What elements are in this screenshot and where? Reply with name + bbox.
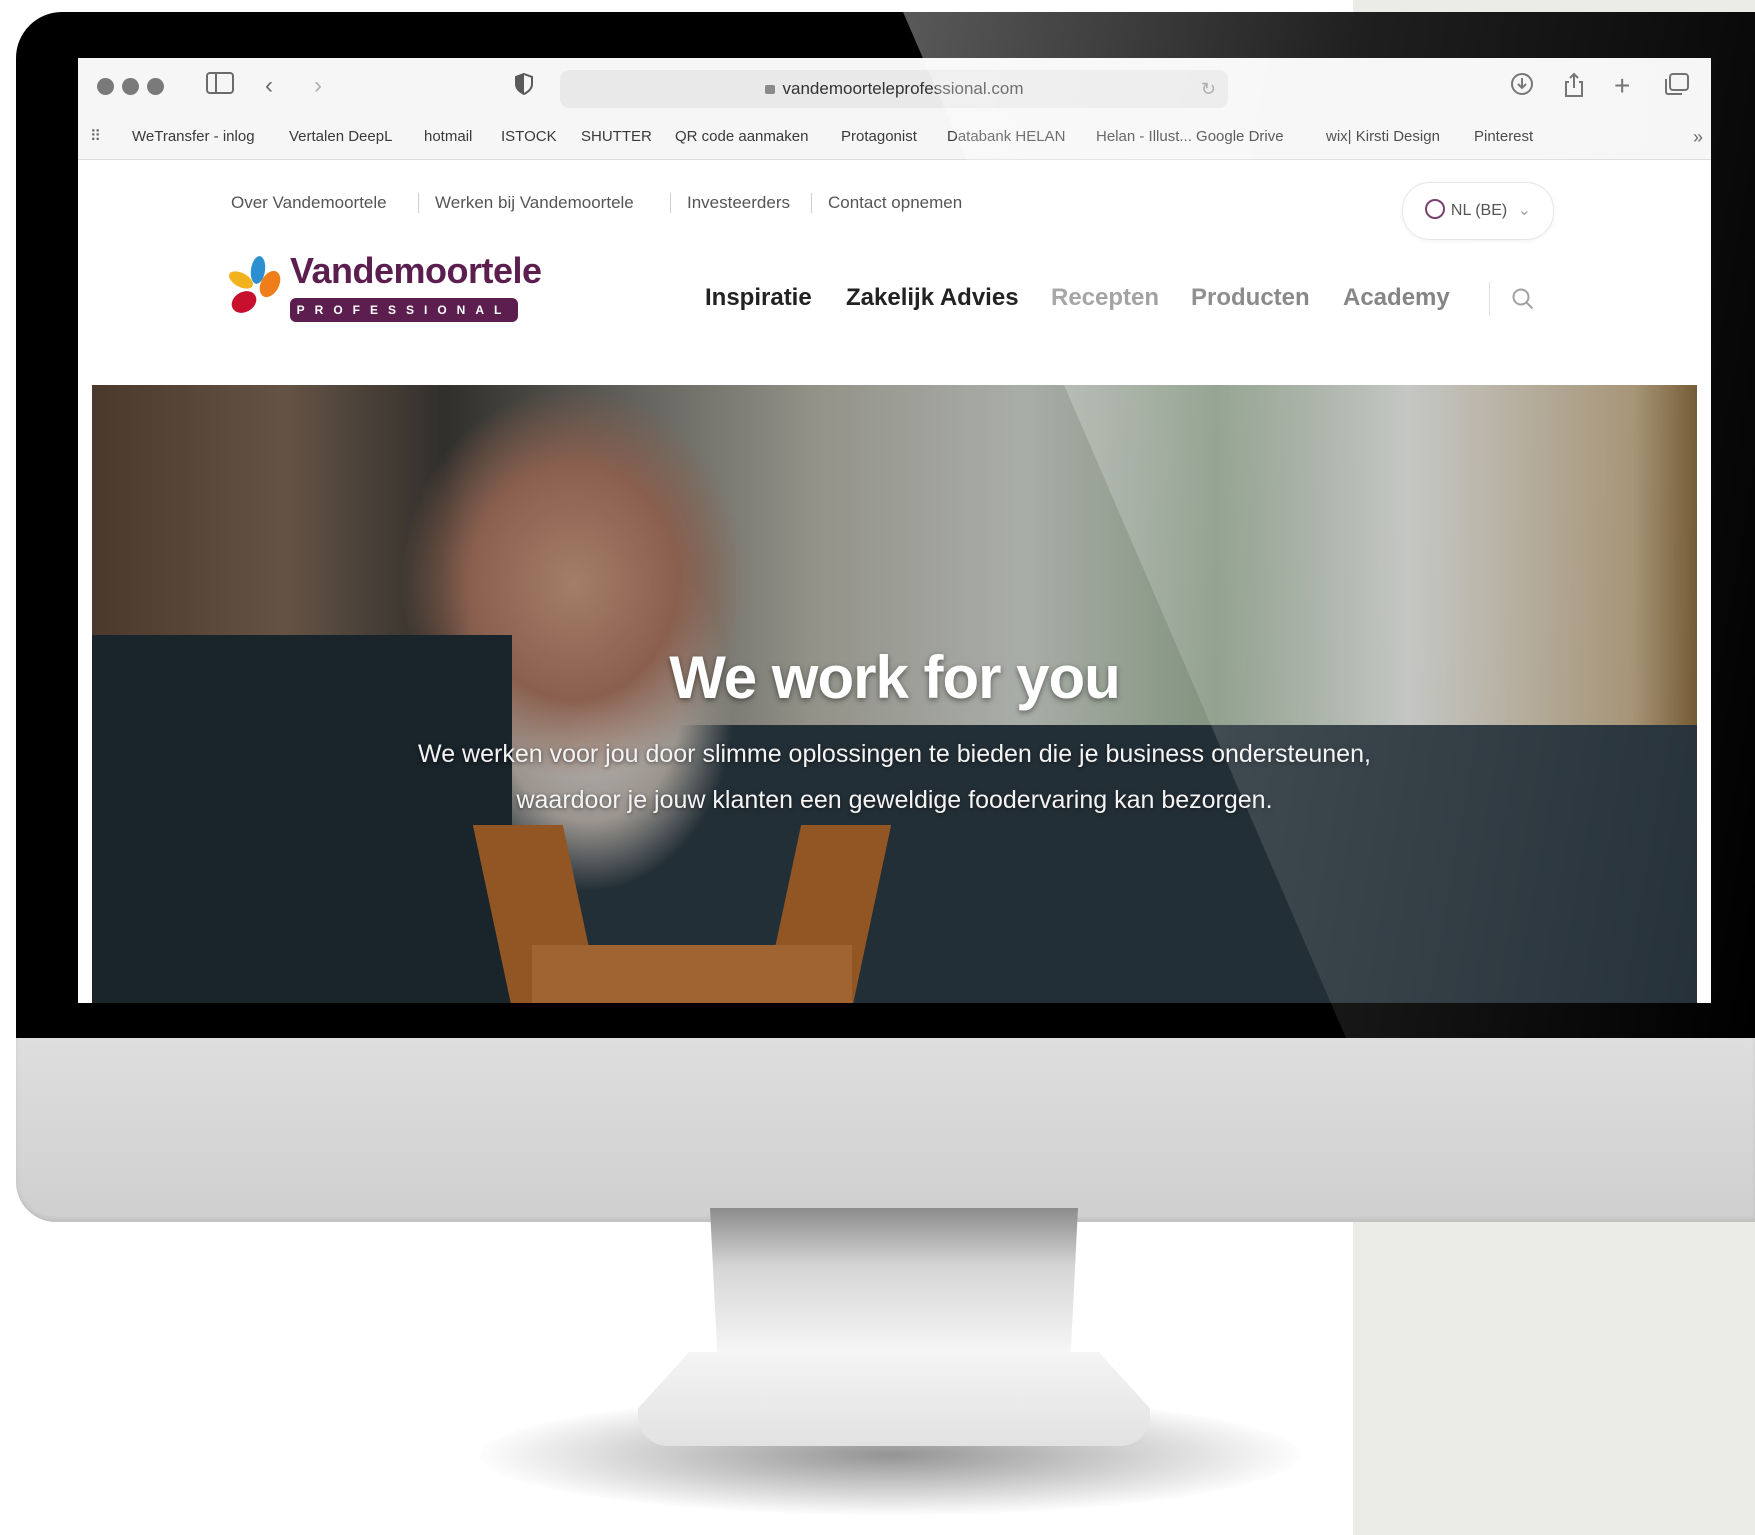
divider: [811, 193, 812, 213]
utility-link-contact[interactable]: Contact opnemen: [828, 188, 962, 218]
hero-text-line: waardoor je jouw klanten een geweldige f…: [516, 786, 1273, 814]
bookmark-protagonist[interactable]: Protagonist: [841, 115, 917, 159]
hero-text-line: We werken voor jou door slimme oplossing…: [418, 740, 1371, 768]
minimize-window-button[interactable]: [122, 78, 139, 95]
divider: [670, 193, 671, 213]
sidebar-icon[interactable]: [206, 72, 234, 100]
utility-link-over[interactable]: Over Vandemoortele: [231, 188, 387, 218]
bookmark-google-drive[interactable]: Helan - Illust... Google Drive: [1096, 115, 1284, 159]
browser-toolbar: ‹ › vandemoorteleprofessional.com ↻ +: [78, 58, 1711, 115]
close-window-button[interactable]: [97, 78, 114, 95]
nav-zakelijk-advies[interactable]: Zakelijk Advies: [846, 280, 1019, 316]
nav-recepten[interactable]: Recepten: [1051, 280, 1159, 316]
chevron-down-icon: ⌄: [1517, 202, 1532, 219]
bookmarks-bar: ⠿ WeTransfer - inlog Vertalen DeepL hotm…: [78, 115, 1711, 160]
logo-subtitle: PROFESSIONAL: [290, 298, 518, 322]
apps-grid-icon[interactable]: ⠿: [90, 115, 101, 159]
tabs-icon[interactable]: [1664, 72, 1690, 100]
monitor-bezel: ‹ › vandemoorteleprofessional.com ↻ + ⠿ …: [16, 12, 1755, 1040]
monitor-stand-base: [638, 1352, 1150, 1446]
nav-academy[interactable]: Academy: [1343, 280, 1450, 316]
download-icon[interactable]: [1510, 72, 1534, 100]
monitor-stand-neck: [710, 1208, 1078, 1356]
hero-description: We werken voor jou door slimme oplossing…: [352, 731, 1437, 823]
reload-icon[interactable]: ↻: [1201, 70, 1216, 108]
monitor-chin: [16, 1038, 1755, 1222]
divider: [418, 193, 419, 213]
forward-icon[interactable]: ›: [314, 72, 322, 100]
zoom-window-button[interactable]: [147, 78, 164, 95]
bookmark-hotmail[interactable]: hotmail: [424, 115, 472, 159]
logo-wordmark: Vandemoortele: [290, 250, 542, 291]
globe-icon: [1424, 199, 1445, 219]
bookmark-databank-helan[interactable]: Databank HELAN: [947, 115, 1065, 159]
browser-window: ‹ › vandemoorteleprofessional.com ↻ + ⠿ …: [78, 58, 1711, 1003]
logo-leaves-icon: [229, 256, 281, 313]
utility-link-werken[interactable]: Werken bij Vandemoortele: [435, 188, 634, 218]
bookmark-wetransfer[interactable]: WeTransfer - inlog: [132, 115, 255, 159]
bookmark-pinterest[interactable]: Pinterest: [1474, 115, 1533, 159]
language-label: NL (BE): [1450, 202, 1508, 219]
new-tab-icon[interactable]: +: [1614, 72, 1630, 100]
hero-title: We work for you: [669, 644, 1121, 711]
shield-icon[interactable]: [514, 72, 534, 100]
hero-banner: We work for you We werken voor jou door …: [92, 385, 1697, 1003]
bookmark-istock[interactable]: ISTOCK: [501, 115, 557, 159]
bookmark-shutter[interactable]: SHUTTER: [581, 115, 652, 159]
url-text: vandemoorteleprofessional.com: [782, 79, 1024, 98]
imac-monitor: ‹ › vandemoorteleprofessional.com ↻ + ⠿ …: [16, 12, 1755, 1222]
bookmark-qr-code[interactable]: QR code aanmaken: [675, 115, 808, 159]
share-icon[interactable]: [1563, 72, 1585, 100]
lock-icon: [764, 85, 775, 94]
back-icon[interactable]: ‹: [265, 72, 273, 100]
bookmark-deepl[interactable]: Vertalen DeepL: [289, 115, 392, 159]
more-bookmarks-icon[interactable]: »: [1693, 115, 1703, 159]
nav-inspiratie[interactable]: Inspiratie: [705, 280, 812, 316]
brand-logo[interactable]: Vandemoortele PROFESSIONAL: [228, 250, 542, 330]
nav-producten[interactable]: Producten: [1191, 280, 1310, 316]
bookmark-wix[interactable]: wix| Kirsti Design: [1326, 115, 1440, 159]
divider: [1489, 282, 1490, 316]
language-selector[interactable]: NL (BE) ⌄: [1402, 182, 1554, 240]
utility-link-investeerders[interactable]: Investeerders: [687, 188, 790, 218]
search-icon[interactable]: [1512, 288, 1534, 310]
address-bar[interactable]: vandemoorteleprofessional.com ↻: [560, 70, 1228, 108]
